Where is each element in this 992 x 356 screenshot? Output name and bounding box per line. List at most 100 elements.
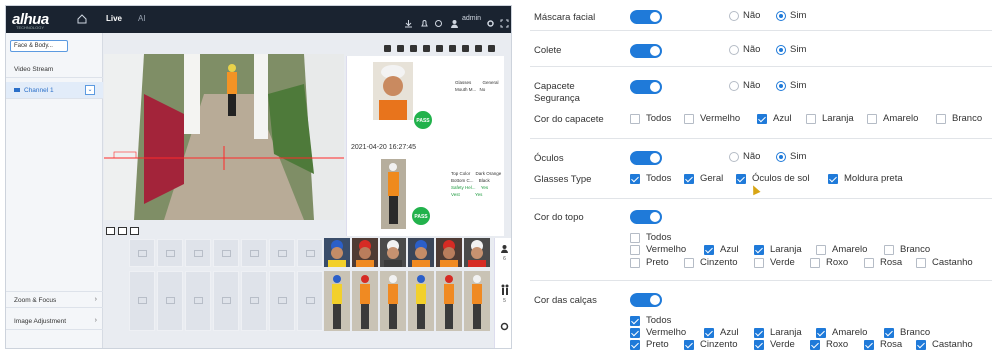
face-count-icon[interactable] (500, 244, 509, 253)
face-thumbnail[interactable] (380, 238, 406, 267)
top-color-checkbox-azul[interactable] (704, 245, 714, 255)
top-color-checkbox-castanho[interactable] (916, 258, 926, 268)
settings-gear-icon[interactable] (500, 322, 509, 331)
digital-zoom-icon[interactable] (410, 45, 417, 52)
helmet-color-checkbox-vermelho[interactable] (684, 114, 694, 124)
notification-icon[interactable] (434, 15, 443, 27)
face-thumbnail[interactable] (436, 238, 462, 267)
pants-color-toggle[interactable] (630, 293, 662, 307)
pants-color-checkbox-vermelho[interactable] (630, 328, 640, 338)
glasses-type-checkbox-todos[interactable] (630, 174, 640, 184)
pants-color-checkbox-castanho[interactable] (916, 340, 926, 350)
face-count: 6 (503, 256, 506, 262)
body-thumbnail[interactable] (464, 271, 490, 331)
helmet-color-checkbox-todos[interactable] (630, 114, 640, 124)
settings-icon[interactable] (486, 15, 495, 27)
snapshot-icon[interactable] (436, 45, 443, 52)
helmet-color-checkbox-amarelo[interactable] (867, 114, 877, 124)
record-icon[interactable] (449, 45, 456, 52)
top-color-checkbox-verde[interactable] (754, 258, 764, 268)
pants-color-checkbox-rosa[interactable] (864, 340, 874, 350)
image-adjustment-section[interactable]: Image Adjustment › (6, 313, 103, 330)
expand-icon[interactable] (475, 45, 482, 52)
pants-color-checkbox-laranja[interactable] (754, 328, 764, 338)
pants-color-checkbox-azul[interactable] (704, 328, 714, 338)
face-mask-yes-radio[interactable] (776, 11, 786, 21)
face-mask-toggle[interactable] (630, 10, 662, 24)
helmet-color-checkbox-azul[interactable] (757, 114, 767, 124)
pants-color-checkbox-cinzento[interactable] (684, 340, 694, 350)
helmet-toggle[interactable] (630, 80, 662, 94)
layout-quad-icon[interactable] (130, 227, 139, 235)
layout-grid-icon[interactable] (118, 227, 127, 235)
zoom-icon[interactable] (397, 45, 404, 52)
zoom-focus-section[interactable]: Zoom & Focus › (6, 291, 103, 308)
layout-single-icon[interactable] (106, 227, 115, 235)
top-color-checkbox-branco[interactable] (884, 245, 894, 255)
top-color-label: Cor do topo (534, 212, 584, 223)
body-thumbnail[interactable] (380, 271, 406, 331)
glasses-type-checkbox-sunglasses[interactable] (736, 174, 746, 184)
glasses-yes-radio[interactable] (776, 152, 786, 162)
top-color-checkbox-vermelho[interactable] (630, 245, 640, 255)
helmet-color-checkbox-laranja[interactable] (806, 114, 816, 124)
home-icon[interactable] (76, 13, 88, 25)
body-thumbnail[interactable] (324, 271, 350, 331)
body-count-icon[interactable] (500, 284, 509, 295)
top-color-checkbox-amarelo[interactable] (816, 245, 826, 255)
alarm-icon[interactable] (420, 15, 429, 27)
channel-dropdown-button[interactable]: ⌄ (85, 85, 95, 95)
placeholder-thumbnail (213, 271, 239, 331)
pants-color-checkbox-todos[interactable] (630, 316, 640, 326)
top-color-toggle[interactable] (630, 210, 662, 224)
download-icon[interactable] (404, 15, 413, 28)
pants-color-checkbox-preto[interactable] (630, 340, 640, 350)
username[interactable]: admin (462, 15, 481, 22)
capture-counters: 6 5 (494, 238, 511, 348)
video-stream-section[interactable]: Video Stream (6, 61, 103, 78)
tab-ai[interactable]: AI (138, 14, 146, 23)
top-color-checkbox-rosa[interactable] (864, 258, 874, 268)
vest-no-radio[interactable] (729, 45, 739, 55)
top-color-checkbox-preto[interactable] (630, 258, 640, 268)
face-thumbnail[interactable] (408, 238, 434, 267)
face-thumbnail[interactable] (324, 238, 350, 267)
mode-select[interactable]: Face & Body... (10, 40, 68, 52)
glasses-type-checkbox-black-frame[interactable] (828, 174, 838, 184)
glasses-toggle[interactable] (630, 151, 662, 165)
fullscreen-video-icon[interactable] (488, 45, 495, 52)
top-color-checkbox-roxo[interactable] (810, 258, 820, 268)
face-thumbnail[interactable] (464, 238, 490, 267)
microphone-icon[interactable] (384, 45, 391, 52)
helmet-no-radio[interactable] (729, 81, 739, 91)
vest-yes-radio[interactable] (776, 45, 786, 55)
glasses-no-radio[interactable] (729, 152, 739, 162)
top-color-checkbox-cinzento[interactable] (684, 258, 694, 268)
video-toolbar (346, 43, 511, 55)
top-color-checkbox-todos[interactable] (630, 233, 640, 243)
body-thumbnail[interactable] (352, 271, 378, 331)
body-thumbnail[interactable] (408, 271, 434, 331)
vest-toggle[interactable] (630, 44, 662, 58)
top-color-checkbox-laranja[interactable] (754, 245, 764, 255)
channel-item[interactable]: Channel 1 ⌄ (6, 82, 103, 99)
pants-color-checkbox-verde[interactable] (754, 340, 764, 350)
face-thumbnail[interactable] (352, 238, 378, 267)
pants-color-checkbox-roxo[interactable] (810, 340, 820, 350)
pants-color-checkbox-branco[interactable] (884, 328, 894, 338)
face-snapshot[interactable] (373, 62, 413, 120)
live-video-view[interactable] (104, 54, 344, 220)
pants-color-checkbox-amarelo[interactable] (816, 328, 826, 338)
tab-live[interactable]: Live (106, 14, 122, 23)
body-snapshot[interactable] (381, 159, 406, 229)
helmet-color-checkbox-branco[interactable] (936, 114, 946, 124)
helmet-yes-radio[interactable] (776, 81, 786, 91)
body-thumbnail[interactable] (436, 271, 462, 331)
fullscreen-icon[interactable] (500, 15, 509, 28)
ratio-icon[interactable] (423, 45, 430, 52)
glasses-type-checkbox-geral[interactable] (684, 174, 694, 184)
body-pass-badge: PASS (411, 206, 431, 226)
camera-capture-icon[interactable] (462, 45, 469, 52)
pants-color-option-label: Branco (900, 327, 931, 338)
face-mask-no-radio[interactable] (729, 11, 739, 21)
